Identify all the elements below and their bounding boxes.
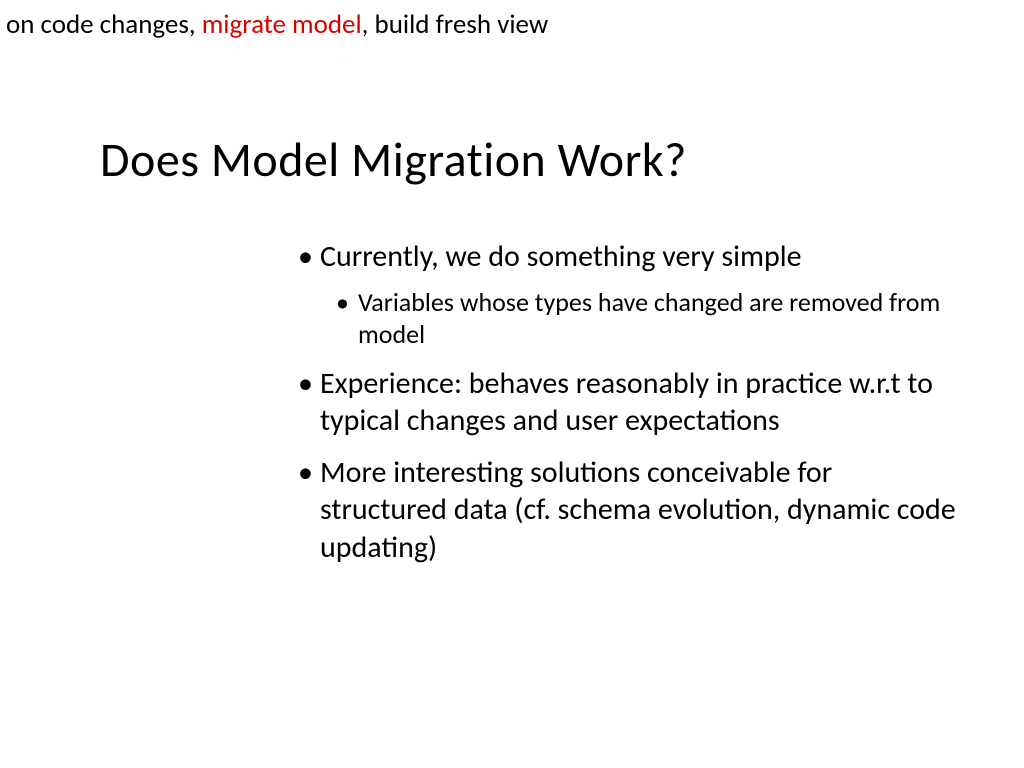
header-part2: , build fresh view [362,8,548,41]
bullet-1-sub: Variables whose types have changed are r… [358,286,960,351]
slide-body: Currently, we do something very simple V… [320,238,960,580]
slide-header: on code changes, migrate model, build fr… [6,8,548,41]
bullet-3: More interesting solutions conceivable f… [320,454,960,567]
bullet-2: Experience: behaves reasonably in practi… [320,365,960,440]
header-part1: on code changes, [6,8,202,41]
header-highlight: migrate model [202,8,362,41]
slide-title: Does Model Migration Work? [100,130,687,189]
bullet-1: Currently, we do something very simple [320,238,960,276]
